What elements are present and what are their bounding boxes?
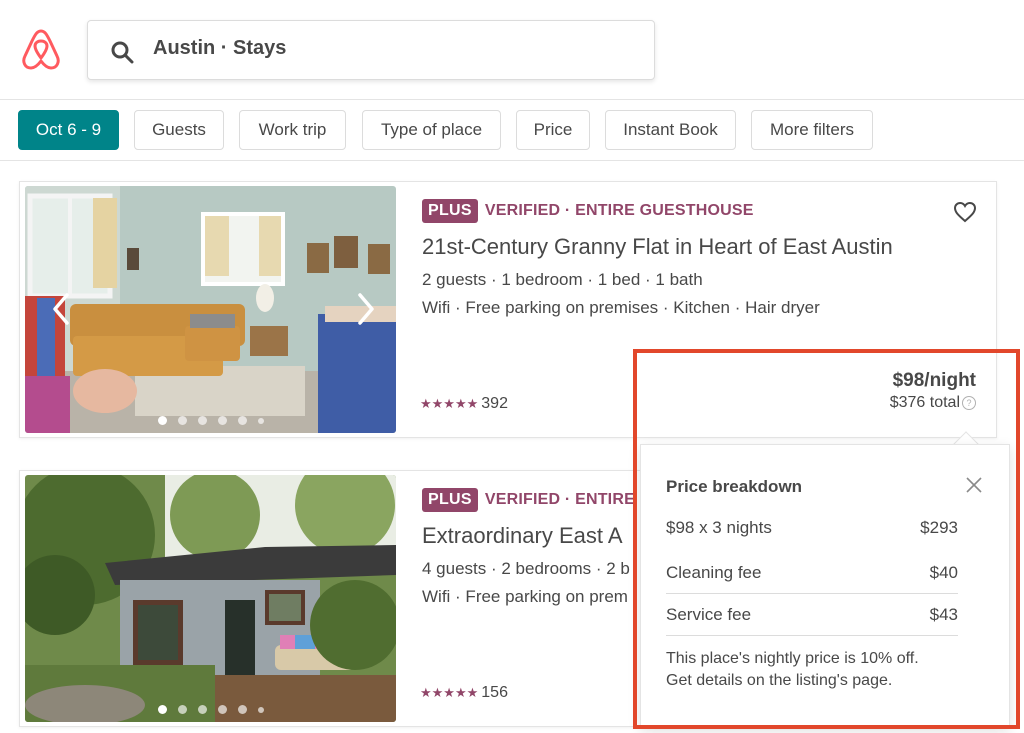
filter-work-trip-button[interactable]: Work trip — [239, 110, 346, 150]
help-icon[interactable]: ? — [962, 395, 976, 410]
photo-dot[interactable] — [257, 417, 264, 424]
listing-amenities: Wifi · Free parking on prem — [422, 587, 628, 606]
filter-guests-button[interactable]: Guests — [134, 110, 224, 150]
previous-photo-icon[interactable] — [47, 291, 77, 327]
heart-icon[interactable] — [953, 201, 977, 223]
listing-title[interactable]: 21st-Century Granny Flat in Heart of Eas… — [422, 234, 893, 260]
breakdown-label: Service fee — [666, 605, 752, 624]
listing-type: VERIFIED · ENTIRE GUESTHOUSE — [484, 202, 754, 219]
price-total-row: $376 total? — [890, 394, 976, 412]
filter-bar: Oct 6 - 9 Guests Work trip Type of place… — [0, 100, 1024, 161]
listing-details-link[interactable]: Get details on the listing's page. — [666, 670, 966, 692]
photo-dot[interactable] — [217, 416, 227, 425]
price-breakdown-row: Cleaning fee $40 — [666, 563, 958, 583]
photo-dot[interactable] — [257, 706, 264, 713]
listing-rating: ★★★★★ 156 — [420, 684, 508, 702]
photo-dot[interactable] — [237, 416, 247, 425]
airbnb-logo-icon[interactable] — [20, 27, 62, 71]
review-count: 392 — [481, 395, 508, 412]
listing-photo[interactable] — [25, 475, 396, 722]
price-summary[interactable]: $98/night $376 total? — [890, 370, 976, 412]
living-room-image — [25, 186, 396, 433]
price-breakdown-title: Price breakdown — [666, 477, 803, 496]
listing-details: 2 guests · 1 bedroom · 1 bed · 1 bath — [422, 270, 703, 289]
plus-badge: PLUS — [422, 199, 478, 223]
price-per-night: $98/night — [892, 370, 976, 391]
divider — [666, 635, 958, 636]
listing-type: VERIFIED · ENTIRE H — [484, 491, 652, 508]
close-icon[interactable] — [965, 476, 983, 494]
rating-stars-icon: ★★★★★ — [420, 396, 479, 411]
search-input[interactable]: Austin · Stays — [153, 37, 286, 60]
garden-house-image — [25, 475, 396, 722]
search-bar[interactable]: Austin · Stays — [87, 20, 655, 80]
filter-instant-book-button[interactable]: Instant Book — [605, 110, 736, 150]
price-breakdown-popover: Price breakdown $98 x 3 nights $293 Clea… — [640, 444, 1010, 727]
listing-badge-row: PLUS VERIFIED · ENTIRE H — [422, 488, 651, 512]
listing-amenities: Wifi · Free parking on premises · Kitche… — [422, 298, 820, 317]
price-breakdown-row: Service fee $43 — [666, 605, 958, 625]
header: Austin · Stays — [0, 0, 1024, 100]
photo-dot[interactable] — [217, 705, 227, 714]
divider — [666, 593, 958, 594]
listing-rating: ★★★★★ 392 — [420, 395, 508, 413]
price-breakdown-row: $98 x 3 nights $293 — [666, 518, 958, 538]
listing-photo[interactable] — [25, 186, 396, 433]
price-total: $376 total — [889, 394, 960, 411]
photo-dot[interactable] — [237, 705, 247, 714]
next-photo-icon[interactable] — [350, 291, 380, 327]
breakdown-label: Cleaning fee — [666, 563, 762, 582]
search-icon — [111, 41, 134, 64]
breakdown-label: $98 x 3 nights — [666, 518, 772, 537]
photo-pagination — [25, 416, 396, 425]
breakdown-amount: $43 — [929, 605, 958, 624]
photo-dot[interactable] — [197, 416, 207, 425]
breakdown-amount: $40 — [929, 563, 958, 582]
review-count: 156 — [481, 684, 508, 701]
filter-type-of-place-button[interactable]: Type of place — [362, 110, 501, 150]
breakdown-amount: $293 — [920, 518, 958, 537]
filter-more-filters-button[interactable]: More filters — [751, 110, 873, 150]
rating-stars-icon: ★★★★★ — [420, 685, 479, 700]
listing-title[interactable]: Extraordinary East A — [422, 523, 623, 549]
filter-dates-button[interactable]: Oct 6 - 9 — [18, 110, 119, 150]
listing-badge-row: PLUS VERIFIED · ENTIRE GUESTHOUSE — [422, 199, 754, 223]
discount-note-line: This place's nightly price is 10% off. — [666, 650, 919, 667]
photo-dot[interactable] — [157, 416, 167, 425]
plus-badge: PLUS — [422, 488, 478, 512]
photo-pagination — [25, 705, 396, 714]
discount-note: This place's nightly price is 10% off. G… — [666, 648, 966, 692]
listing-card[interactable]: PLUS VERIFIED · ENTIRE GUESTHOUSE 21st-C… — [19, 181, 997, 438]
photo-dot[interactable] — [197, 705, 207, 714]
listing-details: 4 guests · 2 bedrooms · 2 b — [422, 559, 630, 578]
photo-dot[interactable] — [177, 416, 187, 425]
photo-dot[interactable] — [177, 705, 187, 714]
filter-price-button[interactable]: Price — [516, 110, 590, 150]
photo-dot[interactable] — [157, 705, 167, 714]
